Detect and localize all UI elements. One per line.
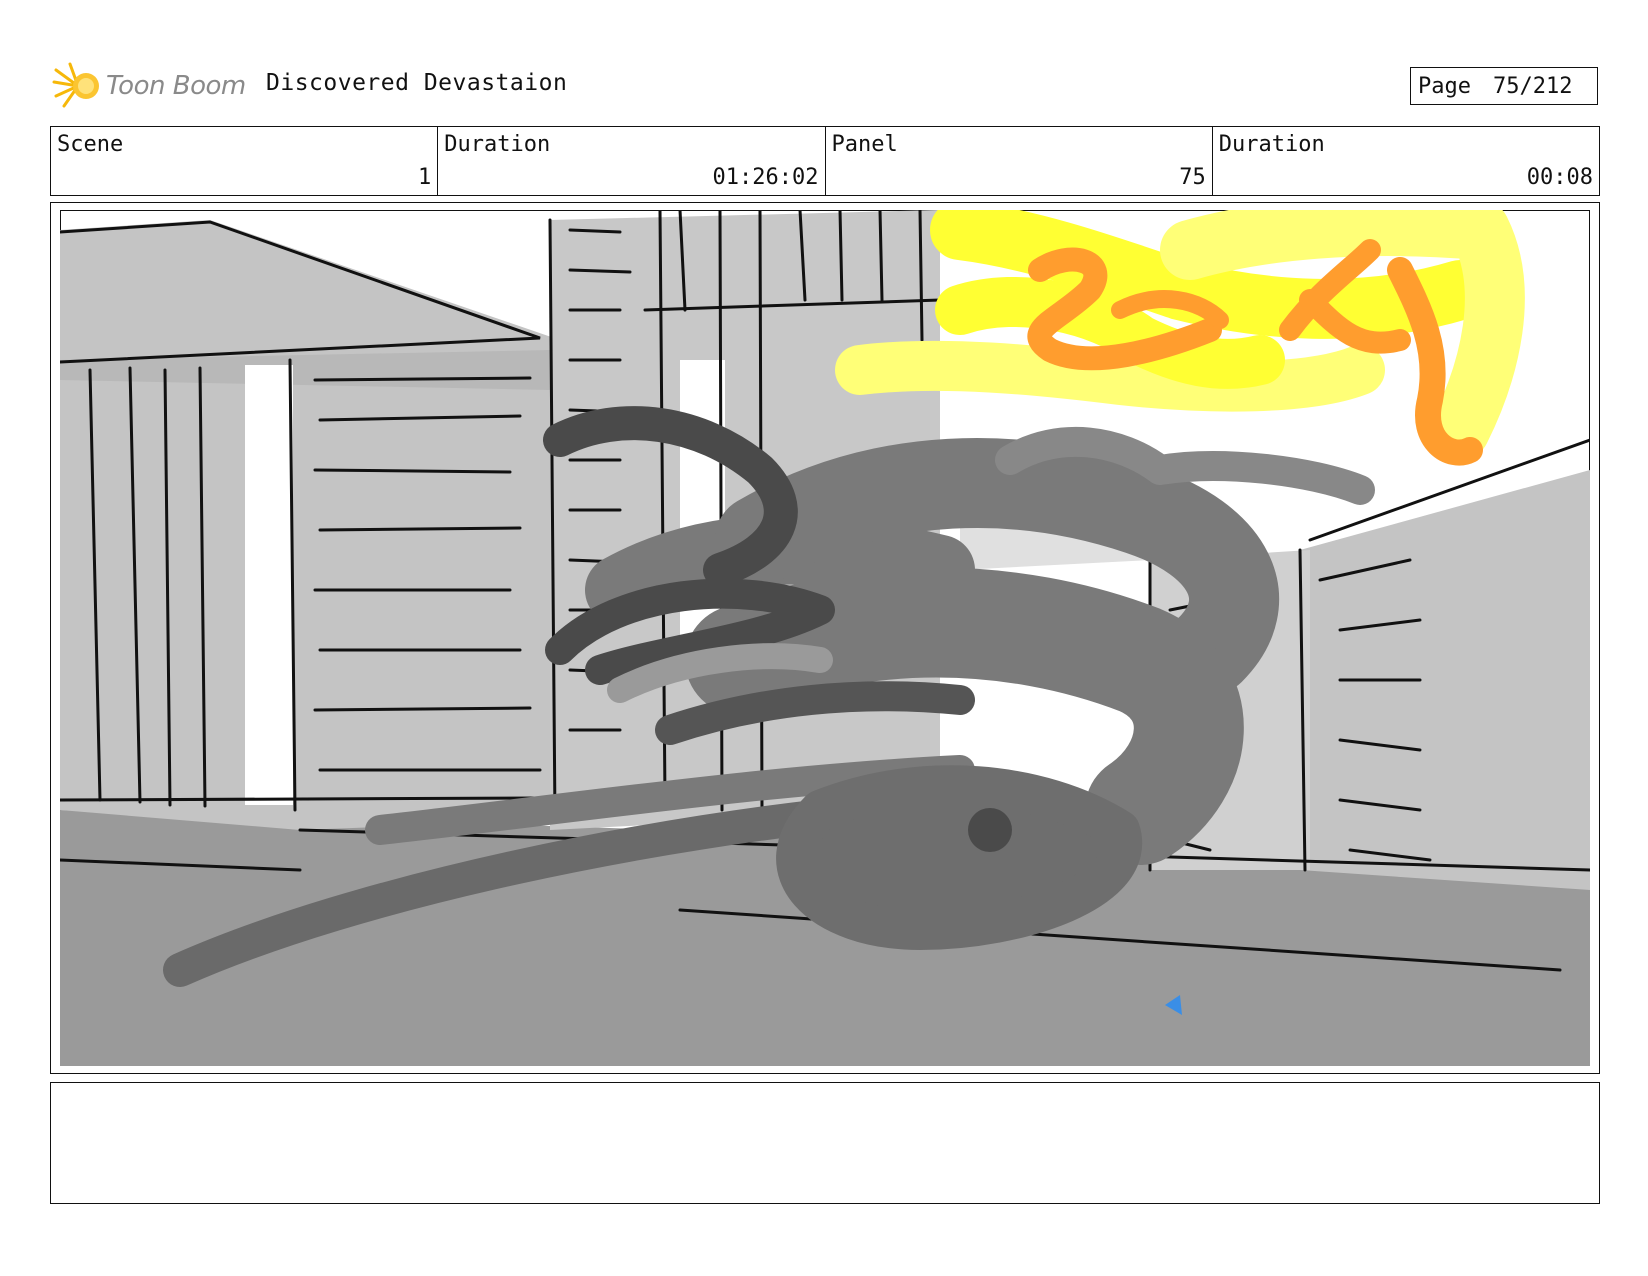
panel-notes	[50, 1082, 1600, 1204]
scene-value: 1	[418, 165, 432, 190]
project-title: Discovered Devastaion	[266, 70, 568, 96]
panel-label: Panel	[831, 132, 898, 157]
panel-cell: Panel 75	[826, 127, 1213, 195]
panel-info-row: Scene 1 Duration 01:26:02 Panel 75 Durat…	[50, 126, 1600, 196]
panel-duration-label: Duration	[1218, 132, 1325, 157]
panel-duration-value: 00:08	[1526, 165, 1593, 190]
page-indicator: Page 75/212	[1410, 67, 1598, 105]
starburst-icon	[52, 62, 99, 108]
scene-duration-cell: Duration 01:26:02	[438, 127, 826, 195]
panel-duration-cell: Duration 00:08	[1213, 127, 1599, 195]
logo-text: Toon Boom	[106, 71, 246, 101]
toon-boom-logo: Toon Boom	[52, 58, 252, 114]
page-number: 75/212	[1492, 73, 1573, 99]
scene-duration-value: 01:26:02	[712, 165, 819, 190]
panel-drawing	[60, 210, 1590, 1066]
scene-label: Scene	[57, 132, 124, 157]
page-label: Page	[1418, 73, 1471, 99]
panel-value: 75	[1179, 165, 1206, 190]
scene-duration-label: Duration	[444, 132, 551, 157]
storyboard-panel	[50, 202, 1600, 1074]
scene-cell: Scene 1	[51, 127, 439, 195]
